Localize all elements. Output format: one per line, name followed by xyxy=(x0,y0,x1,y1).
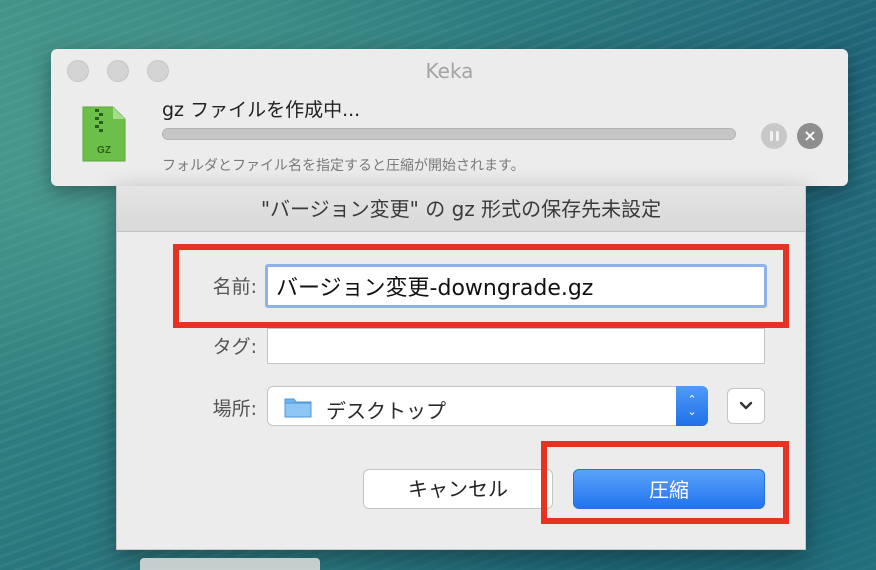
location-stepper[interactable]: ⌃ ⌄ xyxy=(676,386,708,426)
task-title: gz ファイルを作成中... xyxy=(162,99,361,121)
compress-button[interactable]: 圧縮 xyxy=(573,469,765,509)
progress-bar xyxy=(162,128,736,140)
gz-label: GZ xyxy=(97,145,111,156)
sheet-title: "バージョン変更" の gz 形式の保存先未設定 xyxy=(117,186,805,232)
folder-icon xyxy=(284,398,312,418)
tag-label: タグ: xyxy=(212,336,257,358)
tags-input[interactable] xyxy=(267,328,765,364)
location-select[interactable]: デスクトップ ⌃ ⌄ xyxy=(267,386,708,426)
cancel-button[interactable]: キャンセル xyxy=(363,469,553,509)
chevron-down-icon xyxy=(739,401,753,410)
keka-window: Keka GZ gz ファイルを作成中... × フォルダとファイル名を指定する… xyxy=(51,49,848,186)
gz-file-icon: GZ xyxy=(82,106,126,162)
window-title: Keka xyxy=(425,59,474,83)
stop-button[interactable]: × xyxy=(797,123,823,149)
location-value: デスクトップ xyxy=(326,399,446,423)
status-text: フォルダとファイル名を指定すると圧縮が開始されます。 xyxy=(162,158,525,174)
background-window-edge xyxy=(140,558,320,570)
expand-button[interactable] xyxy=(727,388,765,424)
name-label: 名前: xyxy=(212,276,257,298)
location-label: 場所: xyxy=(212,398,257,420)
save-sheet: "バージョン変更" の gz 形式の保存先未設定 名前: タグ: 場所: デスク… xyxy=(116,186,806,550)
chevron-down-icon: ⌄ xyxy=(687,405,697,418)
file-name-input[interactable] xyxy=(265,264,767,308)
pause-button[interactable] xyxy=(761,123,787,149)
